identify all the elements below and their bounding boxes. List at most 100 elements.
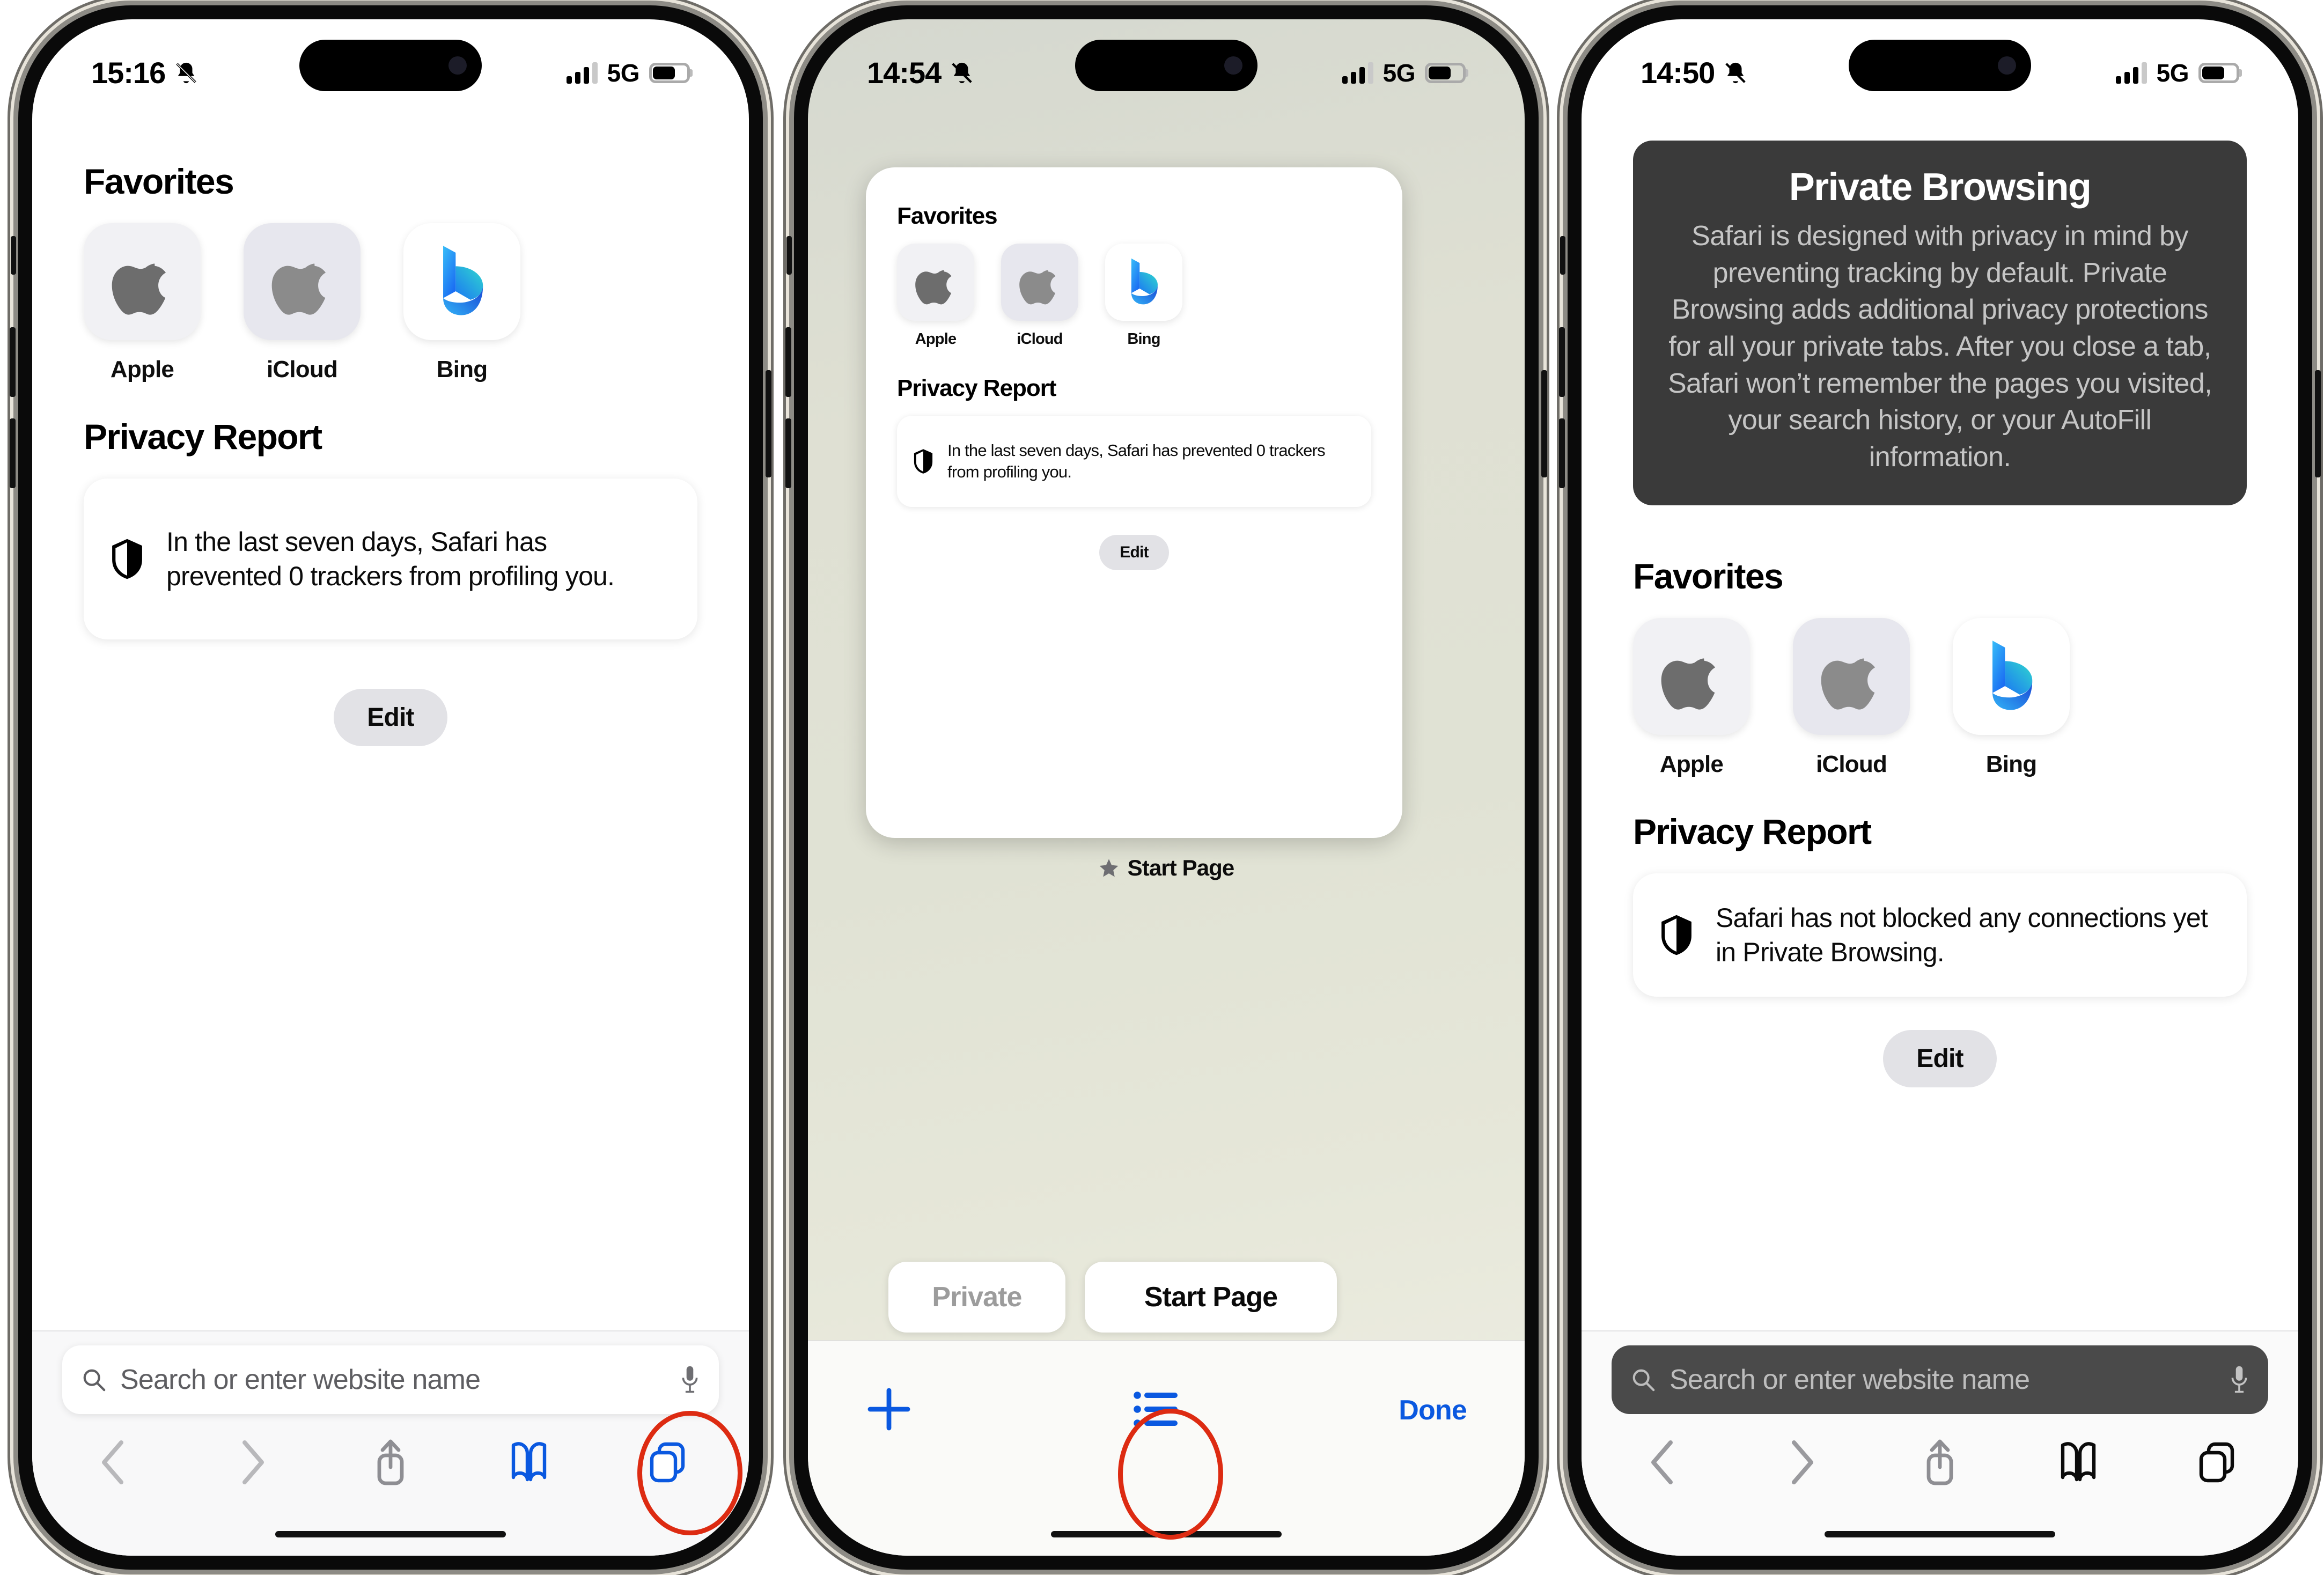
address-bar[interactable]: Search or enter website name [62, 1345, 719, 1414]
done-button[interactable]: Done [1399, 1394, 1467, 1426]
volume-down-button[interactable] [1559, 418, 1565, 488]
favorite-apple[interactable]: Apple [1633, 618, 1750, 778]
tab-group-start-page[interactable]: Start Page [1085, 1262, 1337, 1333]
tab-title-row: Start Page [808, 855, 1525, 881]
favorite-apple[interactable]: Apple [897, 244, 974, 348]
apple-logo-icon [271, 263, 326, 315]
network-type-label: 5G [607, 59, 640, 87]
forward-button[interactable] [220, 1432, 284, 1492]
status-bar-right: 5G [566, 58, 690, 87]
forward-button[interactable] [1769, 1432, 1834, 1492]
tab-group-private[interactable]: Private [888, 1262, 1065, 1333]
apple-logo-icon [1821, 658, 1876, 710]
star-icon [1099, 859, 1119, 877]
tab-preview-card[interactable]: Favorites Apple iCloud Bing Privacy Repo… [866, 167, 1402, 838]
power-button[interactable] [1541, 370, 1547, 477]
favorite-apple[interactable]: Apple [84, 223, 201, 383]
edit-favorites-button[interactable]: Edit [1883, 1030, 1997, 1088]
chevron-left-icon [1651, 1440, 1673, 1484]
favorite-bing[interactable]: Bing [1105, 244, 1182, 348]
cellular-bars-icon [566, 62, 598, 84]
favorite-icloud[interactable]: iCloud [244, 223, 361, 383]
battery-icon [1425, 63, 1466, 83]
network-type-label: 5G [2156, 59, 2189, 87]
tabs-button[interactable] [635, 1432, 700, 1492]
privacy-report-card[interactable]: In the last seven days, Safari has preve… [84, 479, 697, 639]
volume-up-button[interactable] [10, 327, 16, 397]
mute-switch[interactable] [11, 236, 16, 275]
favorite-label: iCloud [1017, 330, 1063, 348]
microphone-icon[interactable] [680, 1365, 700, 1394]
privacy-report-card[interactable]: Safari has not blocked any connections y… [1633, 873, 2247, 997]
cellular-bars-icon [2115, 62, 2147, 84]
tabs-button[interactable] [2185, 1432, 2249, 1492]
volume-up-button[interactable] [1559, 327, 1565, 397]
dynamic-island [1849, 40, 2031, 91]
privacy-report-heading: Privacy Report [897, 375, 1057, 401]
home-indicator [1051, 1531, 1282, 1537]
favorite-bing[interactable]: Bing [1953, 618, 2070, 778]
edit-favorites-button[interactable]: Edit [1099, 535, 1169, 570]
battery-icon [2198, 63, 2239, 83]
tab-switcher-bottom-bar: Private Start Page Done [808, 1262, 1525, 1556]
microphone-icon[interactable] [2230, 1365, 2249, 1394]
back-button[interactable] [82, 1432, 146, 1492]
favorites-row: Apple iCloud Bing [84, 223, 702, 383]
favorite-label: Apple [915, 330, 957, 348]
phone-private-browsing: 14:50 5G Private Browsing Safari is desi… [1559, 5, 2321, 1570]
battery-icon [649, 63, 690, 83]
volume-down-button[interactable] [785, 418, 791, 488]
power-button[interactable] [2315, 370, 2321, 477]
volume-down-button[interactable] [10, 418, 16, 488]
tab-groups-button[interactable] [1132, 1389, 1179, 1431]
favorite-bing[interactable]: Bing [403, 223, 520, 383]
browser-bottom-bar: Search or enter website name [32, 1330, 749, 1556]
mute-switch[interactable] [786, 236, 792, 275]
volume-up-button[interactable] [785, 327, 791, 397]
back-button[interactable] [1631, 1432, 1695, 1492]
address-bar-placeholder: Search or enter website name [1670, 1364, 2030, 1395]
favorite-label: Apple [1659, 751, 1724, 778]
status-bar-left: 14:54 [867, 58, 974, 88]
address-bar[interactable]: Search or enter website name [1612, 1345, 2268, 1414]
favorite-tile [84, 223, 201, 340]
favorite-label: iCloud [266, 356, 338, 382]
apple-logo-icon [112, 263, 166, 315]
tabs-icon [2199, 1442, 2234, 1483]
status-bar-left: 14:50 [1641, 58, 1748, 88]
bookmarks-button[interactable] [497, 1432, 561, 1492]
screen-start-page: 15:16 5G Favorites Apple iCloud Bing Pri… [32, 19, 749, 1556]
new-tab-button[interactable] [866, 1386, 912, 1434]
tabs-icon [650, 1442, 685, 1483]
favorite-label: Bing [1127, 330, 1160, 348]
address-bar-placeholder: Search or enter website name [120, 1364, 481, 1395]
screen-private-browsing: 14:50 5G Private Browsing Safari is desi… [1582, 19, 2298, 1556]
power-button[interactable] [766, 370, 771, 477]
favorite-icloud[interactable]: iCloud [1001, 244, 1078, 348]
favorite-tile [1633, 618, 1750, 735]
edit-button-row: Edit [895, 535, 1373, 570]
privacy-report-card[interactable]: In the last seven days, Safari has preve… [897, 416, 1371, 507]
tab-switcher-actions: Done [808, 1386, 1525, 1434]
share-button[interactable] [1908, 1432, 1972, 1492]
bell-slash-icon [1725, 62, 1746, 84]
bing-logo-icon [443, 246, 483, 315]
edit-favorites-button[interactable]: Edit [334, 689, 447, 746]
favorites-heading: Favorites [1633, 556, 1784, 597]
privacy-report-heading: Privacy Report [84, 417, 322, 457]
mute-switch[interactable] [1560, 236, 1565, 275]
bookmarks-button[interactable] [2046, 1432, 2110, 1492]
favorite-label: iCloud [1815, 751, 1887, 778]
chevron-right-icon [1792, 1440, 1813, 1484]
edit-button-row: Edit [1629, 1030, 2251, 1088]
favorite-label: Bing [436, 356, 488, 382]
search-icon [1632, 1369, 1655, 1392]
favorite-icloud[interactable]: iCloud [1793, 618, 1910, 778]
browser-toolbar [1612, 1414, 2268, 1492]
share-button[interactable] [358, 1432, 423, 1492]
private-browsing-title: Private Browsing [1789, 166, 2092, 209]
chevron-right-icon [242, 1440, 264, 1484]
phone-tab-switcher: 14:54 5G Favorites Apple iCloud Bing Pri… [785, 5, 1547, 1570]
apple-logo-icon [915, 270, 952, 305]
status-bar-right: 5G [1342, 58, 1466, 87]
